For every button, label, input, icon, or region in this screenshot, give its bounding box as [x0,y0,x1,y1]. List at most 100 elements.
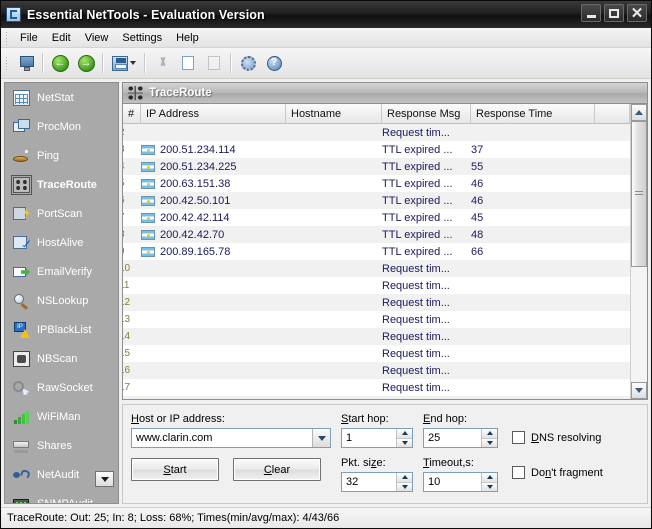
start-button[interactable]: Start [131,458,219,481]
sidebar-item-portscan[interactable]: PortScan [5,199,118,228]
close-button[interactable]: ✕ [627,4,647,22]
table-row[interactable]: 8 200.42.42.70 TTL expired ... 48 [123,226,630,243]
spin-down-button[interactable] [397,482,412,491]
menu-drag-grip[interactable] [5,30,9,45]
dns-resolving-row[interactable]: DNS resolving [512,431,637,444]
cut-button [149,51,175,76]
table-row[interactable]: 13 Request tim... [123,311,630,328]
dont-fragment-row[interactable]: Don't fragment [512,466,637,479]
minimize-button[interactable] [581,4,601,22]
table-row[interactable]: 5 200.63.151.38 TTL expired ... 46 [123,175,630,192]
cell-row-number: 3 [123,144,137,155]
scroll-down-button[interactable] [631,382,647,399]
table-row[interactable]: 4 200.51.234.225 TTL expired ... 55 [123,158,630,175]
toolbar-drag-grip[interactable] [5,56,9,70]
copy-button[interactable] [175,51,201,76]
sidebar-item-label: NSLookup [37,294,89,307]
sidebar-item-emailverify[interactable]: EmailVerify [5,257,118,286]
sidebar-item-nslookup[interactable]: NSLookup [5,286,118,315]
dont-fragment-checkbox[interactable] [512,466,525,479]
sidebar-scroll-down-button[interactable] [95,471,114,487]
scrollbar-thumb[interactable] [631,121,647,268]
table-row[interactable]: 18Request tim... [123,396,630,399]
end-hop-arrows[interactable] [481,429,497,447]
scrollbar-track[interactable] [631,121,647,382]
back-button[interactable]: ← [47,51,73,76]
menu-file[interactable]: File [13,30,45,46]
column-header-hostname[interactable]: Hostname [286,104,382,123]
end-hop-spinner[interactable] [423,428,498,448]
menu-settings[interactable]: Settings [115,30,169,46]
table-row[interactable]: 17 Request tim... [123,379,630,396]
pkt-size-arrows[interactable] [396,473,412,491]
table-row[interactable]: 15 Request tim... [123,345,630,362]
sidebar-item-nbscan[interactable]: NBScan [5,344,118,373]
column-header-num[interactable]: # [123,104,141,123]
table-row[interactable]: 3 200.51.234.114 TTL expired ... 37 [123,141,630,158]
spin-up-button[interactable] [397,473,412,483]
menu-edit[interactable]: Edit [45,30,78,46]
sidebar-item-snmpaudit[interactable]: SNMPAudit [5,489,118,503]
spin-up-button[interactable] [482,429,497,439]
sidebar-item-traceroute[interactable]: TraceRoute [5,170,118,199]
start-hop-spinner[interactable] [341,428,413,448]
sidebar-item-shares[interactable]: Shares [5,431,118,460]
timeout-input[interactable] [424,473,481,491]
host-combobox[interactable] [131,428,331,448]
table-row[interactable]: 7 200.42.42.114 TTL expired ... 45 [123,209,630,226]
pkt-size-input[interactable] [342,473,396,491]
save-button[interactable] [107,51,141,76]
table-row[interactable]: 10 Request tim... [123,260,630,277]
table-row[interactable]: 11 Request tim... [123,277,630,294]
rawsocket-icon [13,380,30,396]
sidebar-item-netstat[interactable]: NetStat [5,83,118,112]
menu-help[interactable]: Help [169,30,206,46]
host-input[interactable] [132,429,312,447]
table-row[interactable]: 9 200.89.165.78 TTL expired ... 66 [123,243,630,260]
start-hop-arrows[interactable] [396,429,412,447]
column-header-time[interactable]: Response Time [471,104,595,123]
table-row[interactable]: 14 Request tim... [123,328,630,345]
table-row[interactable]: 2 Request tim... [123,124,630,141]
settings-button[interactable] [235,51,261,76]
spin-down-icon [486,484,493,489]
column-header-msg[interactable]: Response Msg [382,104,471,123]
back-arrow-icon: ← [51,54,69,72]
maximize-button[interactable] [604,4,624,22]
host-dropdown-button[interactable] [312,429,330,447]
grid-inner: # IP Address Hostname Response Msg Respo… [123,104,630,399]
scroll-up-button[interactable] [631,104,647,121]
table-row[interactable]: 16 Request tim... [123,362,630,379]
menu-view[interactable]: View [78,30,116,46]
gear-icon [240,55,256,71]
spin-down-button[interactable] [482,482,497,491]
sidebar-item-procmon[interactable]: ProcMon [5,112,118,141]
spin-down-button[interactable] [397,438,412,447]
sidebar-item-ipblacklist[interactable]: IPBlackList [5,315,118,344]
spin-up-button[interactable] [482,473,497,483]
sidebar-item-ping[interactable]: Ping [5,141,118,170]
clear-button-label: Clear [263,463,291,476]
table-row[interactable]: 6 200.42.50.101 TTL expired ... 46 [123,192,630,209]
spin-up-button[interactable] [397,429,412,439]
action-buttons: Start Clear [131,458,331,481]
help-button[interactable]: ? [261,51,287,76]
timeout-spinner[interactable] [423,472,498,492]
pkt-size-spinner[interactable] [341,472,413,492]
clear-button[interactable]: Clear [233,458,321,481]
end-hop-input[interactable] [424,429,481,447]
grid-vertical-scrollbar[interactable] [630,104,647,399]
column-header-ip[interactable]: IP Address [141,104,286,123]
cell-row-number: 16 [123,365,131,376]
dns-resolving-checkbox[interactable] [512,431,525,444]
sidebar-item-wifiman[interactable]: WiFiMan [5,402,118,431]
forward-button[interactable]: → [73,51,99,76]
sidebar-item-hostalive[interactable]: HostAlive [5,228,118,257]
table-row[interactable]: 12 Request tim... [123,294,630,311]
start-hop-input[interactable] [342,429,396,447]
sidebar-item-rawsocket[interactable]: RawSocket [5,373,118,402]
local-info-button[interactable] [13,51,39,76]
timeout-arrows[interactable] [481,473,497,491]
sidebar-item-label: Ping [37,149,60,162]
spin-down-button[interactable] [482,438,497,447]
